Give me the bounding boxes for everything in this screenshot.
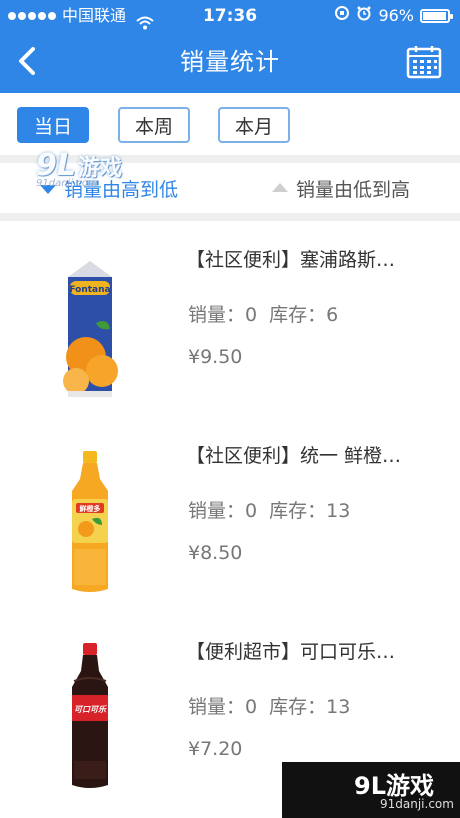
product-price: ¥8.50 [188,542,243,564]
svg-text:Fontana: Fontana [69,285,110,295]
product-sales-stock: 销量：0 库存：13 [188,500,351,522]
filter-week-button[interactable]: 本周 [118,107,190,143]
caret-up-icon [272,182,288,192]
nav-bar: 销量统计 [0,32,460,93]
product-price: ¥9.50 [188,346,243,368]
top-bar: 中国联通 17:36 96% 销量统计 [0,0,460,93]
rotation-lock-icon [334,0,350,32]
divider [0,155,460,163]
orange-drink-bottle-icon: 鲜橙多 [72,451,108,592]
period-filter-bar: 当日 本周 本月 [0,93,460,155]
cola-bottle-icon: 可口可乐 [72,643,108,788]
product-price: ¥7.20 [188,738,243,760]
sort-asc-button[interactable]: 销量由低到高 [272,163,410,213]
product-sales-stock: 销量：0 库存：6 [188,304,339,326]
product-image: 鲜橙多 [40,445,140,595]
product-sales-stock: 销量：0 库存：13 [188,696,351,718]
alarm-icon [356,0,372,32]
watermark-banner-site: 91danji.com [380,797,454,811]
battery-icon [420,9,453,23]
filter-month-button[interactable]: 本月 [218,107,290,143]
divider [0,213,460,221]
calendar-button[interactable] [406,44,442,80]
watermark-banner: 9L游戏 91danji.com [282,762,460,818]
status-bar: 中国联通 17:36 96% [0,0,460,32]
product-row[interactable]: 鲜橙多 【社区便利】统一 鲜橙… 销量：0 库存：13 ¥8.50 [0,421,460,617]
watermark-banner-brand: 9L游戏 [354,772,434,800]
svg-text:鲜橙多: 鲜橙多 [80,504,101,513]
status-right: 96% [334,0,453,32]
sort-asc-label: 销量由低到高 [296,178,411,201]
battery-percent: 96% [378,6,414,25]
product-name: 【社区便利】塞浦路斯… [186,249,396,271]
page-title: 销量统计 [180,48,280,76]
calendar-icon [406,46,442,79]
product-name: 【社区便利】统一 鲜橙… [186,445,402,467]
product-row[interactable]: Fontana 【社区便利】塞浦路斯… 销量：0 库存：6 ¥9.50 [0,225,460,421]
product-image: Fontana [40,249,140,399]
product-image: 可口可乐 [40,641,140,791]
svg-text:可口可乐: 可口可乐 [74,705,107,714]
orange-juice-carton-icon: Fontana [63,261,118,397]
product-name: 【便利超市】可口可乐… [186,641,396,663]
watermark-site: 91danji.com [36,178,98,189]
filter-today-button[interactable]: 当日 [17,107,89,143]
